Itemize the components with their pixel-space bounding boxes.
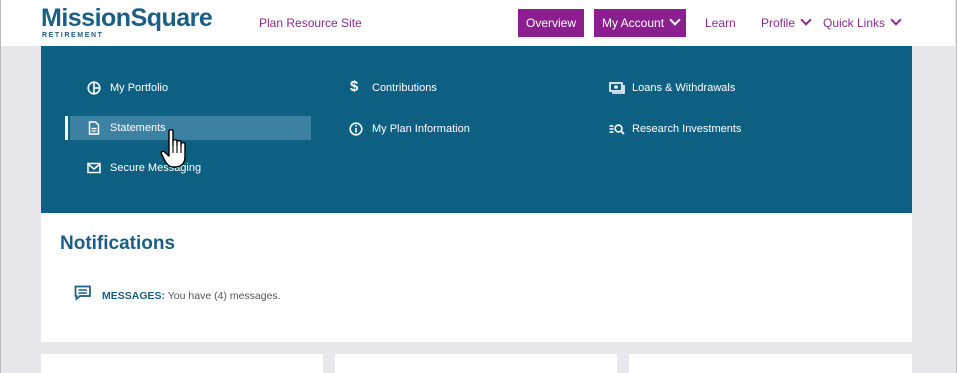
- menu-item-my-portfolio[interactable]: My Portfolio: [87, 76, 287, 100]
- active-indicator: [65, 116, 68, 140]
- logo-subtext: RETIREMENT: [42, 32, 104, 39]
- notifications-title: Notifications: [60, 233, 176, 254]
- menu-item-research-investments[interactable]: Research Investments: [609, 117, 809, 141]
- logo-text: MissionSquare: [41, 4, 213, 32]
- message-icon: [74, 285, 91, 301]
- menu-item-label: Contributions: [372, 82, 437, 94]
- cash-icon: [609, 82, 625, 94]
- nav-learn-link[interactable]: Learn: [705, 16, 736, 30]
- plan-resource-site-link[interactable]: Plan Resource Site: [259, 16, 362, 30]
- nav-my-account-button[interactable]: My Account: [594, 9, 686, 37]
- dashboard-card: [335, 354, 617, 373]
- messages-count-text: You have (4) messages.: [167, 290, 281, 302]
- menu-item-label: Statements: [110, 122, 166, 134]
- pie-chart-icon: [87, 81, 101, 95]
- nav-quick-links-label: Quick Links: [823, 16, 886, 30]
- nav-overview-label: Overview: [526, 16, 577, 30]
- nav-learn-label: Learn: [705, 16, 736, 30]
- chevron-down-icon: [669, 14, 681, 26]
- nav-overview-button[interactable]: Overview: [518, 9, 585, 37]
- notifications-panel: Notifications MESSAGES: You have (4) mes…: [41, 213, 912, 342]
- menu-item-my-plan-information[interactable]: My Plan Information: [349, 117, 549, 141]
- menu-item-label: Research Investments: [632, 123, 742, 135]
- menu-item-loans-withdrawals[interactable]: Loans & Withdrawals: [609, 76, 809, 100]
- dollar-icon: $: [350, 78, 359, 95]
- menu-item-label: Loans & Withdrawals: [632, 82, 736, 94]
- nav-quick-links-link[interactable]: Quick Links: [823, 14, 902, 30]
- search-list-icon: [609, 124, 625, 135]
- messages-text[interactable]: MESSAGES: You have (4) messages.: [102, 290, 281, 302]
- nav-my-account-label: My Account: [602, 16, 665, 30]
- chevron-down-icon: [890, 14, 902, 26]
- nav-profile-link[interactable]: Profile: [761, 14, 812, 30]
- document-icon: [88, 121, 100, 135]
- dashboard-card: [41, 354, 323, 373]
- menu-item-label: My Portfolio: [110, 82, 169, 94]
- missionsquare-logo[interactable]: MissionSquare RETIREMENT: [41, 4, 213, 40]
- hand-pointer-cursor-icon: [160, 129, 186, 168]
- menu-item-contributions[interactable]: $ Contributions: [349, 76, 549, 100]
- envelope-icon: [87, 162, 101, 174]
- menu-item-label: My Plan Information: [372, 123, 470, 135]
- nav-profile-label: Profile: [761, 16, 796, 30]
- chevron-down-icon: [800, 14, 812, 26]
- dashboard-card: [629, 354, 912, 373]
- info-icon: [349, 122, 363, 136]
- top-header: MissionSquare RETIREMENT Plan Resource S…: [1, 0, 955, 46]
- messages-label: MESSAGES:: [102, 290, 166, 302]
